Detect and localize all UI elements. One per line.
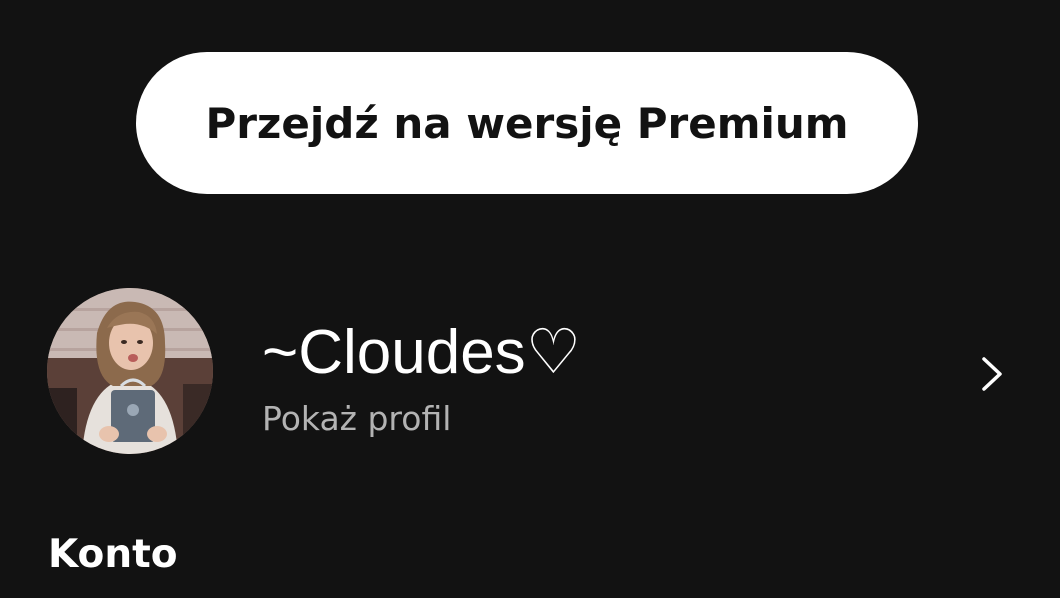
- chevron-right-icon: [982, 357, 1002, 391]
- profile-name: ~Cloudes♡: [262, 318, 582, 387]
- avatar: [47, 288, 213, 454]
- upgrade-premium-button[interactable]: Przejdź na wersję Premium: [136, 52, 918, 194]
- upgrade-premium-label: Przejdź na wersję Premium: [205, 98, 849, 148]
- profile-row[interactable]: ~Cloudes♡ Pokaż profil: [0, 280, 1060, 464]
- view-profile-label: Pokaż profil: [262, 399, 452, 438]
- section-heading-account: Konto: [48, 532, 178, 577]
- avatar-image: [47, 288, 213, 454]
